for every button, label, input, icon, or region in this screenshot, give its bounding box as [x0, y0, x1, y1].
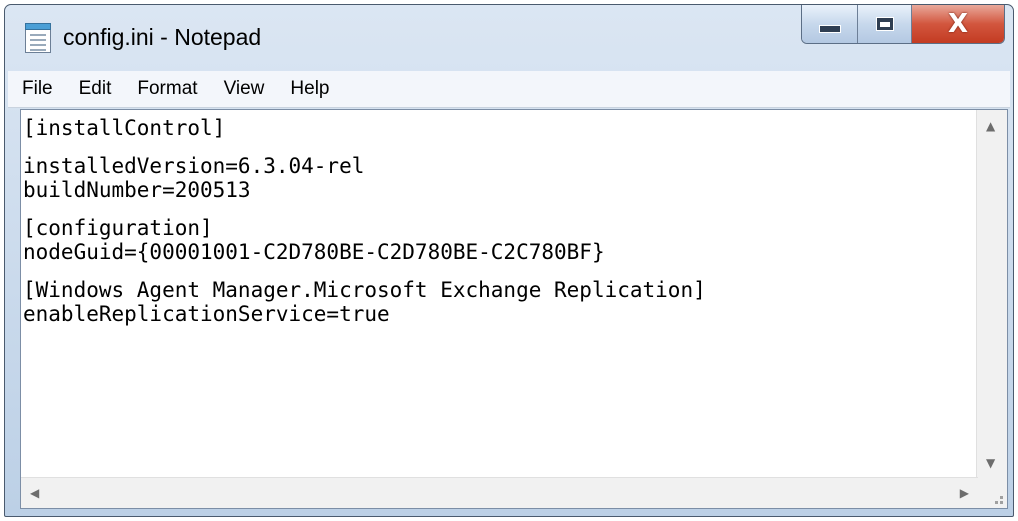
text-line: enableReplicationService=true [23, 302, 390, 326]
text-line: nodeGuid={00001001-C2D780BE-C2D780BE-C2C… [23, 240, 605, 264]
close-icon: X [947, 9, 969, 39]
minimize-icon [818, 25, 841, 33]
text-content[interactable]: [installControl] installedVersion=6.3.04… [23, 116, 978, 471]
menu-view[interactable]: View [210, 78, 277, 100]
menu-file[interactable]: File [8, 78, 65, 100]
notepad-icon[interactable] [25, 23, 51, 53]
horizontal-scrollbar[interactable]: ◀ ▶ [21, 477, 978, 508]
window-title: config.ini - Notepad [63, 24, 262, 50]
menu-help[interactable]: Help [276, 78, 341, 100]
title-bar[interactable]: config.ini - Notepad X [5, 5, 1013, 71]
scroll-right-icon[interactable]: ▶ [960, 487, 969, 499]
maximize-button[interactable] [858, 5, 912, 43]
scroll-up-icon[interactable]: ▲ [986, 120, 995, 132]
text-line: [configuration] [23, 216, 213, 240]
maximize-icon [875, 17, 894, 31]
text-line: installedVersion=6.3.04-rel [23, 154, 365, 178]
text-line: [Windows Agent Manager.Microsoft Exchang… [23, 278, 706, 302]
text-line: [installControl] [23, 116, 226, 140]
text-line: buildNumber=200513 [23, 178, 251, 202]
scroll-down-icon[interactable]: ▼ [986, 457, 995, 469]
minimize-button[interactable] [802, 5, 858, 43]
resize-grip-icon[interactable] [977, 478, 1007, 508]
caption-buttons: X [801, 5, 1005, 44]
scroll-left-icon[interactable]: ◀ [30, 487, 39, 499]
menu-edit[interactable]: Edit [65, 78, 124, 100]
menu-format[interactable]: Format [123, 78, 209, 100]
vertical-scrollbar[interactable]: ▲ ▼ [976, 110, 1007, 479]
text-editor[interactable]: [installControl] installedVersion=6.3.04… [20, 109, 1008, 509]
menu-bar: File Edit Format View Help [8, 71, 1010, 108]
close-button[interactable]: X [912, 5, 1004, 43]
notepad-window: config.ini - Notepad X File Edit Format … [4, 4, 1014, 517]
